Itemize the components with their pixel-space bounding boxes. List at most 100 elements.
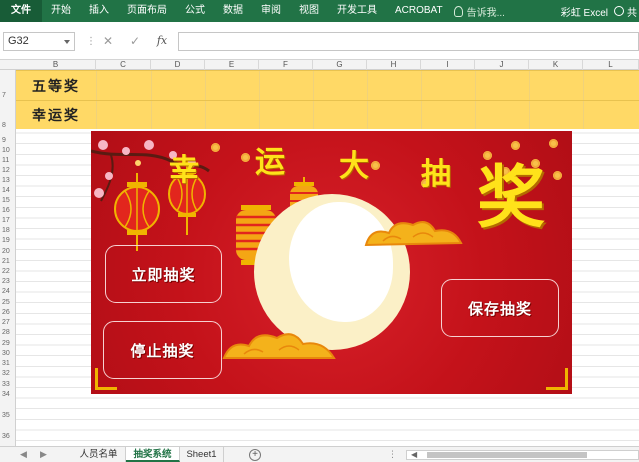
row-header[interactable]: 27 [0, 319, 16, 326]
row-header[interactable]: 26 [0, 309, 16, 316]
row-header[interactable]: 24 [0, 288, 16, 295]
tab-developer[interactable]: 开发工具 [328, 0, 386, 22]
name-box[interactable]: G32 [3, 32, 75, 51]
row-header[interactable]: 9 [0, 137, 16, 144]
flower-icon [553, 171, 562, 180]
column-header-e[interactable]: E [205, 60, 259, 70]
row-7-band[interactable]: 五等奖 [16, 70, 639, 100]
title-char-2: 运 [255, 145, 285, 180]
tab-formulas[interactable]: 公式 [176, 0, 214, 22]
row-header[interactable]: 8 [0, 122, 16, 129]
prize-label-lucky[interactable]: 幸运奖 [16, 101, 96, 129]
tab-insert[interactable]: 插入 [80, 0, 118, 22]
row-header[interactable]: 21 [0, 258, 16, 265]
column-header-j[interactable]: J [475, 60, 529, 70]
lantern-icon [114, 173, 160, 251]
start-draw-button[interactable]: 立即抽奖 [105, 245, 222, 303]
tab-file[interactable]: 文件 [0, 0, 42, 22]
column-header-g[interactable]: G [313, 60, 367, 70]
flower-icon [211, 143, 220, 152]
title-big-char: 奖 [477, 159, 546, 238]
lightbulb-icon [453, 5, 463, 17]
row-header[interactable]: 11 [0, 157, 16, 164]
cloud-icon [222, 333, 336, 359]
row-header[interactable]: 17 [0, 217, 16, 224]
title-char-4: 抽 [421, 157, 451, 192]
row-8-band[interactable]: 幸运奖 [16, 100, 639, 129]
tab-split-handle[interactable]: ⋮ [388, 449, 397, 460]
formula-input[interactable] [178, 32, 639, 51]
column-header-i[interactable]: I [421, 60, 475, 70]
tab-view[interactable]: 视图 [290, 0, 328, 22]
sheet-tab-lottery[interactable]: 抽奖系统 [126, 447, 180, 462]
scroll-left-icon[interactable]: ◀ [411, 450, 417, 459]
row-header[interactable]: 29 [0, 340, 16, 347]
row-header[interactable]: 16 [0, 207, 16, 214]
share-button[interactable]: 共 [614, 4, 639, 19]
row-header[interactable]: 25 [0, 299, 16, 306]
plus-circle-icon[interactable]: + [249, 449, 261, 461]
row-header[interactable]: 33 [0, 381, 16, 388]
column-header-c[interactable]: C [96, 60, 151, 70]
tab-page-layout[interactable]: 页面布局 [118, 0, 176, 22]
scrollbar-thumb[interactable] [427, 452, 587, 458]
column-header-f[interactable]: F [259, 60, 313, 70]
flower-icon [549, 139, 558, 148]
row-header[interactable]: 30 [0, 350, 16, 357]
person-icon [614, 6, 624, 16]
row-headers: 7 8 9 10 11 12 13 14 15 16 17 18 19 20 2… [0, 70, 16, 446]
column-header-d[interactable]: D [151, 60, 205, 70]
flower-icon [511, 141, 520, 150]
formula-bar-grip[interactable]: ⋮ [86, 36, 97, 47]
row-header[interactable]: 19 [0, 237, 16, 244]
tell-me-label: 告诉我... [466, 7, 505, 19]
column-header-k[interactable]: K [529, 60, 583, 70]
corner-ornament [546, 368, 568, 390]
horizontal-scrollbar[interactable]: ◀ [406, 450, 639, 460]
row-header[interactable]: 36 [0, 433, 16, 440]
row-header[interactable]: 14 [0, 187, 16, 194]
corner-ornament [95, 368, 117, 390]
stop-draw-button[interactable]: 停止抽奖 [103, 321, 222, 379]
cancel-icon[interactable]: ✕ [100, 33, 116, 49]
insert-function-button[interactable]: fx [154, 33, 170, 49]
name-box-value: G32 [8, 35, 29, 47]
tab-acrobat[interactable]: ACROBAT [386, 0, 452, 22]
row-header[interactable]: 20 [0, 248, 16, 255]
row-header[interactable]: 32 [0, 370, 16, 377]
row-header[interactable]: 35 [0, 412, 16, 419]
tell-me-box[interactable]: 告诉我... [453, 4, 505, 19]
prev-sheet-icon[interactable]: ◀ [20, 449, 27, 460]
save-draw-button[interactable]: 保存抽奖 [441, 279, 559, 337]
column-header-h[interactable]: H [367, 60, 421, 70]
share-label: 共 [627, 7, 637, 19]
column-header-b[interactable]: B [16, 60, 96, 70]
row-header[interactable]: 28 [0, 329, 16, 336]
row-header[interactable]: 7 [0, 92, 16, 99]
formula-bar: G32 ⋮ ✕ ✓ fx [0, 22, 639, 60]
ribbon-tabs: 文件 开始 插入 页面布局 公式 数据 审阅 视图 开发工具 ACROBAT 告… [0, 0, 639, 22]
next-sheet-icon[interactable]: ▶ [40, 449, 47, 460]
column-headers: B C D E F G H I J K L [0, 60, 639, 70]
row-header[interactable]: 13 [0, 177, 16, 184]
chevron-down-icon[interactable] [64, 40, 70, 44]
prize-label-fifth[interactable]: 五等奖 [16, 71, 96, 100]
user-name[interactable]: 彩虹 Excel [561, 4, 614, 19]
row-header[interactable]: 15 [0, 197, 16, 204]
sheet-tab-people[interactable]: 人员名单 [72, 447, 126, 462]
row-header[interactable]: 31 [0, 360, 16, 367]
tab-review[interactable]: 审阅 [252, 0, 290, 22]
enter-icon[interactable]: ✓ [127, 33, 143, 49]
column-header-l[interactable]: L [583, 60, 639, 70]
title-char-1: 幸 [169, 153, 199, 188]
flower-icon [241, 153, 250, 162]
sheet-tab-sheet1[interactable]: Sheet1 [180, 447, 224, 462]
row-header[interactable]: 18 [0, 227, 16, 234]
row-header[interactable]: 22 [0, 268, 16, 275]
tab-data[interactable]: 数据 [214, 0, 252, 22]
row-header[interactable]: 23 [0, 278, 16, 285]
row-header[interactable]: 34 [0, 391, 16, 398]
row-header[interactable]: 10 [0, 147, 16, 154]
row-header[interactable]: 12 [0, 167, 16, 174]
tab-home[interactable]: 开始 [42, 0, 80, 22]
